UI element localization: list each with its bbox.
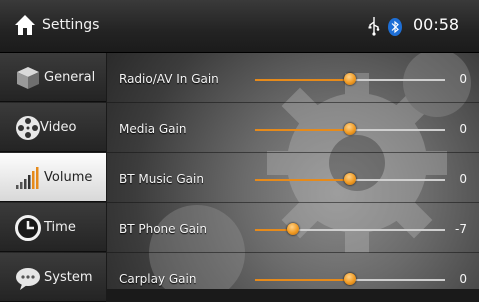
slider-fill xyxy=(255,129,350,131)
top-bar: Settings 00:58 xyxy=(0,0,479,53)
gain-row-bt-phone: BT Phone Gain -7 xyxy=(107,203,479,253)
gain-slider[interactable] xyxy=(255,123,445,135)
sidebar-item-label: Volume xyxy=(44,170,93,185)
volume-bars-icon xyxy=(16,167,39,189)
speech-bubble-icon xyxy=(16,268,40,290)
slider-knob[interactable] xyxy=(287,223,299,235)
volume-settings-panel: Radio/AV In Gain 0 Media Gain 0 BT Music… xyxy=(107,53,479,289)
gain-value: 0 xyxy=(459,122,467,136)
sidebar-item-label: Video xyxy=(40,120,77,135)
sidebar-item-volume[interactable]: Volume xyxy=(0,153,106,202)
slider-knob[interactable] xyxy=(344,273,356,285)
gain-value: 0 xyxy=(459,72,467,86)
gain-label: Radio/AV In Gain xyxy=(119,72,219,86)
gain-label: BT Phone Gain xyxy=(119,222,207,236)
gain-row-carplay: Carplay Gain 0 xyxy=(107,253,479,289)
page-title: Settings xyxy=(42,17,100,33)
sidebar-item-system[interactable]: System xyxy=(0,253,106,302)
gain-slider[interactable] xyxy=(255,173,445,185)
film-reel-icon xyxy=(16,116,40,140)
sidebar: General Video Volume Time System xyxy=(0,53,106,302)
sidebar-item-label: Time xyxy=(44,220,76,235)
gain-row-media: Media Gain 0 xyxy=(107,103,479,153)
slider-fill xyxy=(255,279,350,281)
slider-knob[interactable] xyxy=(344,173,356,185)
bluetooth-icon xyxy=(388,18,402,36)
clock: 00:58 xyxy=(413,15,460,34)
sidebar-item-general[interactable]: General xyxy=(0,53,106,102)
usb-icon xyxy=(368,17,380,36)
slider-knob[interactable] xyxy=(344,73,356,85)
gain-slider[interactable] xyxy=(255,223,445,235)
home-icon[interactable] xyxy=(14,14,36,36)
gain-slider[interactable] xyxy=(255,73,445,85)
sidebar-item-video[interactable]: Video xyxy=(0,103,106,152)
gain-slider[interactable] xyxy=(255,273,445,285)
gain-label: BT Music Gain xyxy=(119,172,204,186)
gain-value: -7 xyxy=(455,222,467,236)
sidebar-item-label: System xyxy=(44,270,93,285)
gain-value: 0 xyxy=(459,272,467,286)
sidebar-item-time[interactable]: Time xyxy=(0,203,106,252)
gain-row-bt-music: BT Music Gain 0 xyxy=(107,153,479,203)
gain-label: Carplay Gain xyxy=(119,272,197,286)
gain-label: Media Gain xyxy=(119,122,187,136)
slider-fill xyxy=(255,79,350,81)
slider-fill xyxy=(255,179,350,181)
sidebar-item-label: General xyxy=(44,70,96,85)
clock-icon xyxy=(15,215,41,241)
gain-row-radio-av: Radio/AV In Gain 0 xyxy=(107,53,479,103)
cube-icon xyxy=(17,67,39,89)
slider-knob[interactable] xyxy=(344,123,356,135)
gain-value: 0 xyxy=(459,172,467,186)
